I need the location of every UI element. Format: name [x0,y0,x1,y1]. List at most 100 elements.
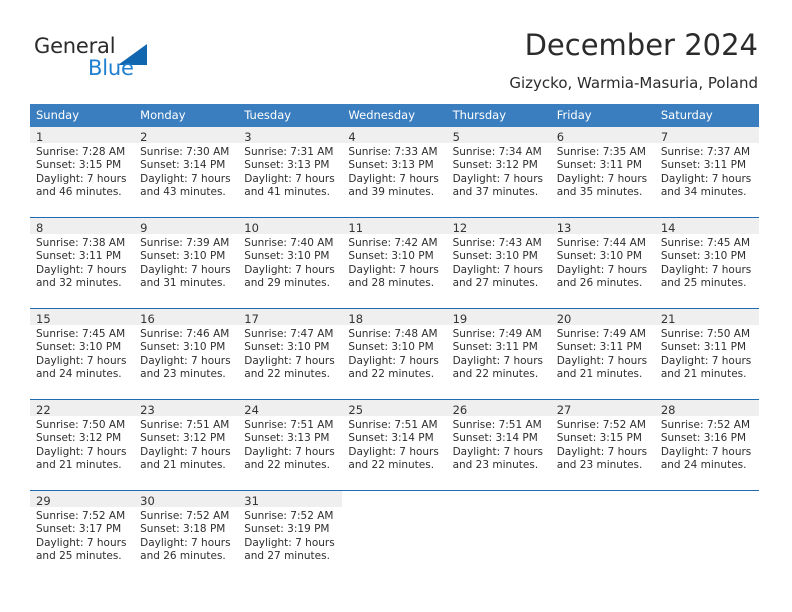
day-cell-content: 27 Sunrise: 7:52 AM Sunset: 3:15 PM Dayligh… [550,400,655,478]
calendar-day-cell[interactable]: 24 Sunrise: 7:51 AM Sunset: 3:13 PM Dayligh… [238,399,343,478]
sunset-time: Sunset: 3:11 PM [556,341,642,354]
calendar-day-cell[interactable]: 19 Sunrise: 7:49 AM Sunset: 3:11 PM Dayligh… [446,308,551,387]
sunrise-time: Sunrise: 7:37 AM [660,146,751,158]
sunrise-time: Sunrise: 7:38 AM [36,237,126,249]
sunset-time: Sunset: 3:12 PM [36,432,122,445]
calendar-day-cell[interactable]: 10 Sunrise: 7:40 AM Sunset: 3:10 PM Dayligh… [238,217,343,296]
calendar-day-cell[interactable]: 3 Sunrise: 7:31 AM Sunset: 3:13 PM Daylight… [238,127,343,205]
day-cell-content: 13 Sunrise: 7:44 AM Sunset: 3:10 PM Dayligh… [550,218,655,296]
empty-day [447,491,551,569]
sunrise-time: Sunrise: 7:51 AM [140,419,230,431]
day-number-band: 11 [342,218,447,235]
sunset-time: Sunset: 3:12 PM [140,432,226,445]
calendar-day-cell[interactable]: 30 Sunrise: 7:52 AM Sunset: 3:18 PM Dayligh… [134,490,239,569]
sunrise-time: Sunrise: 7:44 AM [556,237,646,249]
daylight-duration-line1: Daylight: 7 hours [452,354,543,367]
sunset-time: Sunset: 3:13 PM [244,159,330,172]
calendar-day-cell[interactable]: 5 Sunrise: 7:34 AM Sunset: 3:12 PM Daylight… [446,127,551,205]
day-number: 17 [244,312,259,326]
day-number-band: 21 [654,309,759,326]
brand-name-general: General [34,34,116,58]
daylight-duration-line2: and 26 minutes. [556,277,643,290]
sunrise-time: Sunrise: 7:51 AM [244,419,334,431]
calendar-day-cell[interactable]: 12 Sunrise: 7:43 AM Sunset: 3:10 PM Dayligh… [446,217,551,296]
daylight-duration-line1: Daylight: 7 hours [36,263,127,276]
day-number-band: 10 [238,218,343,235]
calendar-day-cell[interactable]: 16 Sunrise: 7:46 AM Sunset: 3:10 PM Dayligh… [134,308,239,387]
daylight-duration-line1: Daylight: 7 hours [36,354,127,367]
calendar-day-cell[interactable]: 7 Sunrise: 7:37 AM Sunset: 3:11 PM Daylight… [654,127,759,205]
sunrise-time: Sunrise: 7:49 AM [452,328,542,340]
day-cell-content: 12 Sunrise: 7:43 AM Sunset: 3:10 PM Dayligh… [446,218,551,296]
calendar-day-cell[interactable]: 2 Sunrise: 7:30 AM Sunset: 3:14 PM Daylight… [134,127,239,205]
brand-name-blue: Blue [88,56,134,80]
week-spacer [30,478,759,491]
calendar-day-cell[interactable]: 29 Sunrise: 7:52 AM Sunset: 3:17 PM Dayligh… [30,490,135,569]
calendar-day-cell[interactable]: 9 Sunrise: 7:39 AM Sunset: 3:10 PM Daylight… [134,217,239,296]
sunrise-time: Sunrise: 7:50 AM [36,419,126,431]
day-number: 5 [452,130,460,144]
weekday-header-friday: Friday [550,104,655,127]
day-number-band: 13 [550,218,655,235]
calendar-day-cell[interactable]: 1 Sunrise: 7:28 AM Sunset: 3:15 PM Daylight… [30,127,135,205]
day-number: 14 [660,221,676,235]
calendar-day-cell[interactable]: 27 Sunrise: 7:52 AM Sunset: 3:15 PM Dayligh… [550,399,655,478]
daylight-duration-line2: and 25 minutes. [36,550,122,563]
daylight-duration-line1: Daylight: 7 hours [36,445,127,458]
calendar-day-cell[interactable]: 4 Sunrise: 7:33 AM Sunset: 3:13 PM Daylight… [342,127,447,205]
day-number: 7 [660,130,669,144]
sunrise-time: Sunrise: 7:39 AM [140,237,230,249]
day-number-band: 15 [30,309,135,326]
calendar-day-cell[interactable]: 13 Sunrise: 7:44 AM Sunset: 3:10 PM Dayligh… [550,217,655,296]
daylight-duration-line1: Daylight: 7 hours [556,354,648,367]
calendar-day-cell[interactable]: 11 Sunrise: 7:42 AM Sunset: 3:10 PM Dayligh… [342,217,447,296]
calendar-week-row: 22 Sunrise: 7:50 AM Sunset: 3:12 PM Dayligh… [30,399,759,478]
calendar-day-cell[interactable]: 20 Sunrise: 7:49 AM Sunset: 3:11 PM Dayligh… [550,308,655,387]
calendar-day-cell[interactable]: 28 Sunrise: 7:52 AM Sunset: 3:16 PM Dayligh… [654,399,759,478]
calendar-day-cell-empty [446,490,551,569]
day-cell-content: 28 Sunrise: 7:52 AM Sunset: 3:16 PM Dayligh… [654,400,759,478]
day-number-band: 24 [238,400,343,417]
day-number: 9 [140,221,148,235]
daylight-duration-line1: Daylight: 7 hours [660,445,752,458]
daylight-duration-line1: Daylight: 7 hours [452,172,543,185]
sunset-time: Sunset: 3:10 PM [556,250,642,263]
daylight-duration-line1: Daylight: 7 hours [140,172,231,185]
day-number: 26 [452,403,468,417]
day-number: 6 [556,130,565,144]
daylight-duration-line2: and 22 minutes. [348,459,435,472]
calendar-day-cell[interactable]: 18 Sunrise: 7:48 AM Sunset: 3:10 PM Dayligh… [342,308,447,387]
day-number-band: 2 [134,127,239,144]
calendar-day-cell[interactable]: 23 Sunrise: 7:51 AM Sunset: 3:12 PM Dayligh… [134,399,239,478]
day-number: 20 [556,312,572,326]
daylight-duration-line1: Daylight: 7 hours [348,445,439,458]
calendar-day-cell[interactable]: 26 Sunrise: 7:51 AM Sunset: 3:14 PM Dayligh… [446,399,551,478]
calendar-day-cell[interactable]: 14 Sunrise: 7:45 AM Sunset: 3:10 PM Dayligh… [654,217,759,296]
sunrise-time: Sunrise: 7:52 AM [660,419,751,431]
calendar-day-cell[interactable]: 17 Sunrise: 7:47 AM Sunset: 3:10 PM Dayligh… [238,308,343,387]
calendar-day-cell[interactable]: 31 Sunrise: 7:52 AM Sunset: 3:19 PM Dayligh… [238,490,343,569]
daylight-duration-line1: Daylight: 7 hours [244,263,335,276]
brand-logo[interactable]: General Blue [34,34,264,82]
sunrise-time: Sunrise: 7:52 AM [36,510,126,522]
calendar-day-cell-empty [342,490,447,569]
day-details: Sunrise: 7:47 AM Sunset: 3:10 PM Daylight:… [238,325,342,382]
daylight-duration-line2: and 27 minutes. [244,550,330,563]
calendar-day-cell[interactable]: 15 Sunrise: 7:45 AM Sunset: 3:10 PM Dayligh… [30,308,135,387]
day-details: Sunrise: 7:50 AM Sunset: 3:11 PM Daylight:… [655,325,759,382]
day-cell-content: 6 Sunrise: 7:35 AM Sunset: 3:11 PM Daylight… [550,127,655,205]
day-number: 21 [660,312,676,326]
week-spacer [30,296,759,309]
calendar-day-cell[interactable]: 25 Sunrise: 7:51 AM Sunset: 3:14 PM Dayligh… [342,399,447,478]
empty-day [551,491,655,569]
calendar-day-cell-empty [550,490,655,569]
calendar-day-cell[interactable]: 21 Sunrise: 7:50 AM Sunset: 3:11 PM Dayligh… [654,308,759,387]
daylight-duration-line1: Daylight: 7 hours [244,172,335,185]
calendar-day-cell[interactable]: 8 Sunrise: 7:38 AM Sunset: 3:11 PM Daylight… [30,217,135,296]
day-cell-content: 24 Sunrise: 7:51 AM Sunset: 3:13 PM Dayligh… [238,400,343,478]
day-cell-content: 22 Sunrise: 7:50 AM Sunset: 3:12 PM Dayligh… [30,400,135,478]
day-cell-content: 7 Sunrise: 7:37 AM Sunset: 3:11 PM Daylight… [654,127,759,205]
calendar-day-cell[interactable]: 6 Sunrise: 7:35 AM Sunset: 3:11 PM Daylight… [550,127,655,205]
calendar-day-cell[interactable]: 22 Sunrise: 7:50 AM Sunset: 3:12 PM Dayligh… [30,399,135,478]
sunset-time: Sunset: 3:10 PM [452,250,538,263]
